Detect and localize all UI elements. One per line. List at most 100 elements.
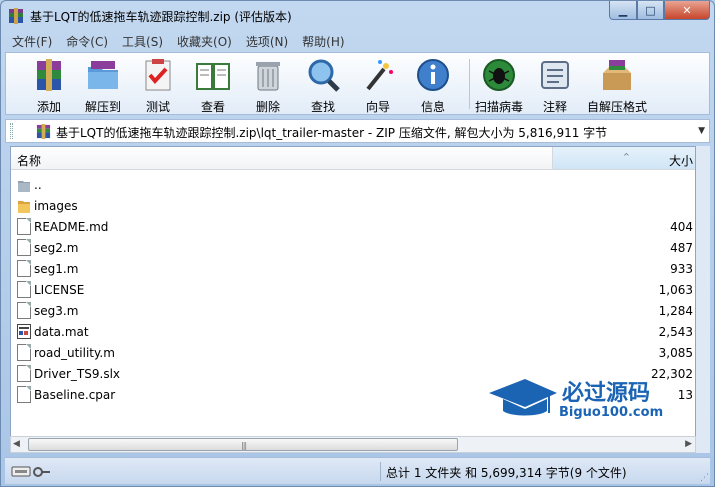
status-separator	[380, 462, 381, 481]
menu-favorites[interactable]: 收藏夹(O)	[170, 31, 239, 51]
folder-up-icon	[18, 181, 30, 192]
test-icon	[145, 59, 171, 91]
list-item[interactable]: road_utility.m 3,085	[11, 342, 695, 363]
sfx-label: 自解压格式	[586, 100, 647, 114]
app-window: 基于LQT的低速拖车轨迹跟踪控制.zip (评估版本) ▁ □ ✕ 文件(F) …	[0, 0, 715, 487]
scrollbar-thumb[interactable]: |||	[28, 438, 458, 451]
column-header-size[interactable]: ^ 大小	[552, 147, 695, 169]
list-item[interactable]: images	[11, 195, 695, 216]
file-name: Baseline.cpar	[34, 388, 116, 402]
close-icon: ✕	[682, 3, 692, 17]
file-size: 3,085	[658, 346, 693, 360]
extract-to-label: 解压到	[84, 100, 121, 114]
info-icon	[417, 59, 449, 91]
file-name: seg1.m	[34, 262, 79, 276]
file-size: 2,543	[658, 325, 693, 339]
delete-button[interactable]: 删除	[243, 55, 293, 114]
resize-grip-icon[interactable]: ⋰	[700, 473, 709, 483]
scroll-left-icon[interactable]: ◀	[13, 439, 20, 449]
list-item[interactable]: README.md 404	[11, 216, 695, 237]
virus-scan-label: 扫描病毒	[474, 100, 523, 114]
close-button[interactable]: ✕	[664, 1, 710, 20]
add-button[interactable]: 添加	[24, 55, 74, 114]
archive-icon	[36, 124, 51, 139]
list-header: 名称 ^ 大小	[11, 147, 695, 170]
scroll-grip-icon: |||	[241, 441, 247, 450]
menu-options[interactable]: 选项(N)	[239, 31, 295, 51]
document-icon	[17, 386, 31, 403]
path-dropdown-icon[interactable]: ▼	[698, 126, 705, 136]
test-label: 测试	[145, 100, 170, 114]
right-gutter	[696, 146, 710, 453]
folder-icon	[18, 201, 30, 213]
extract-to-button[interactable]: 解压到	[78, 55, 128, 114]
list-item[interactable]: data.mat 2,543	[11, 321, 695, 342]
horizontal-scrollbar[interactable]: ◀ ||| ▶	[10, 436, 696, 453]
menu-commands[interactable]: 命令(C)	[59, 31, 115, 51]
menu-help[interactable]: 帮助(H)	[295, 31, 351, 51]
status-bar: 总计 1 文件夹 和 5,699,314 字节(9 个文件) ⋰	[5, 457, 710, 484]
file-name: Driver_TS9.slx	[34, 367, 121, 381]
menu-bar: 文件(F) 命令(C) 工具(S) 收藏夹(O) 选项(N) 帮助(H)	[5, 31, 710, 51]
file-name: images	[34, 199, 78, 213]
add-label: 添加	[36, 100, 61, 114]
sfx-button[interactable]: 自解压格式	[586, 55, 648, 114]
watermark-logo: 必过源码 Biguo100.com	[487, 373, 697, 429]
maximize-icon: □	[645, 3, 656, 17]
find-label: 查找	[310, 100, 335, 114]
wizard-label: 向导	[365, 100, 390, 114]
mat-file-icon	[17, 324, 31, 339]
find-button[interactable]: 查找	[298, 55, 348, 114]
virus-scan-icon	[483, 59, 515, 91]
wizard-button[interactable]: 向导	[353, 55, 403, 114]
watermark-text: 必过源码	[562, 381, 651, 406]
file-size: 487	[670, 241, 693, 255]
file-size: 933	[670, 262, 693, 276]
path-text: 基于LQT的低速拖车轨迹跟踪控制.zip\lqt_trailer-master …	[56, 126, 608, 140]
list-item[interactable]: seg3.m 1,284	[11, 300, 695, 321]
list-item[interactable]: ..	[11, 174, 695, 195]
file-name: seg2.m	[34, 241, 79, 255]
file-size: 404	[670, 220, 693, 234]
file-name: README.md	[34, 220, 109, 234]
document-icon	[17, 302, 31, 319]
document-icon	[17, 344, 31, 361]
column-header-name[interactable]: 名称	[17, 152, 41, 169]
info-button[interactable]: 信息	[408, 55, 458, 114]
delete-icon	[256, 62, 280, 91]
status-text: 总计 1 文件夹 和 5,699,314 字节(9 个文件)	[386, 466, 627, 480]
view-button[interactable]: 查看	[188, 55, 238, 114]
minimize-icon: ▁	[618, 3, 628, 17]
list-item[interactable]: LICENSE 1,063	[11, 279, 695, 300]
toolbar: 添加 解压到 测试 查看 删除 查找 向导 信息 扫描病毒 注释 自解压格式	[5, 52, 710, 115]
file-size: 1,063	[658, 283, 693, 297]
file-size: 1,284	[658, 304, 693, 318]
column-header-size-label: 大小	[668, 154, 693, 168]
list-item[interactable]: seg1.m 933	[11, 258, 695, 279]
virus-scan-button[interactable]: 扫描病毒	[473, 55, 525, 114]
file-name: data.mat	[34, 325, 89, 339]
test-button[interactable]: 测试	[133, 55, 183, 114]
info-label: 信息	[420, 100, 445, 114]
document-icon	[17, 218, 31, 235]
view-label: 查看	[200, 100, 225, 114]
list-item[interactable]: seg2.m 487	[11, 237, 695, 258]
title-bar[interactable]: 基于LQT的低速拖车轨迹跟踪控制.zip (评估版本) ▁ □ ✕	[1, 1, 714, 31]
document-icon	[17, 260, 31, 277]
menu-tools[interactable]: 工具(S)	[115, 31, 170, 51]
drive-key-icon	[11, 466, 50, 477]
delete-label: 删除	[255, 100, 280, 114]
wizard-icon	[366, 60, 393, 91]
comment-icon	[541, 61, 569, 89]
graduation-cap-icon	[489, 379, 557, 416]
path-bar[interactable]: 基于LQT的低速拖车轨迹跟踪控制.zip\lqt_trailer-master …	[5, 119, 710, 143]
find-icon	[308, 59, 340, 92]
minimize-button[interactable]: ▁	[609, 1, 637, 20]
winrar-app-icon	[9, 8, 23, 24]
scroll-right-icon[interactable]: ▶	[685, 439, 692, 449]
comment-button[interactable]: 注释	[530, 55, 580, 114]
path-bar-grip	[10, 123, 13, 139]
maximize-button[interactable]: □	[637, 1, 664, 20]
menu-file[interactable]: 文件(F)	[5, 31, 59, 51]
add-archive-icon	[37, 59, 61, 91]
